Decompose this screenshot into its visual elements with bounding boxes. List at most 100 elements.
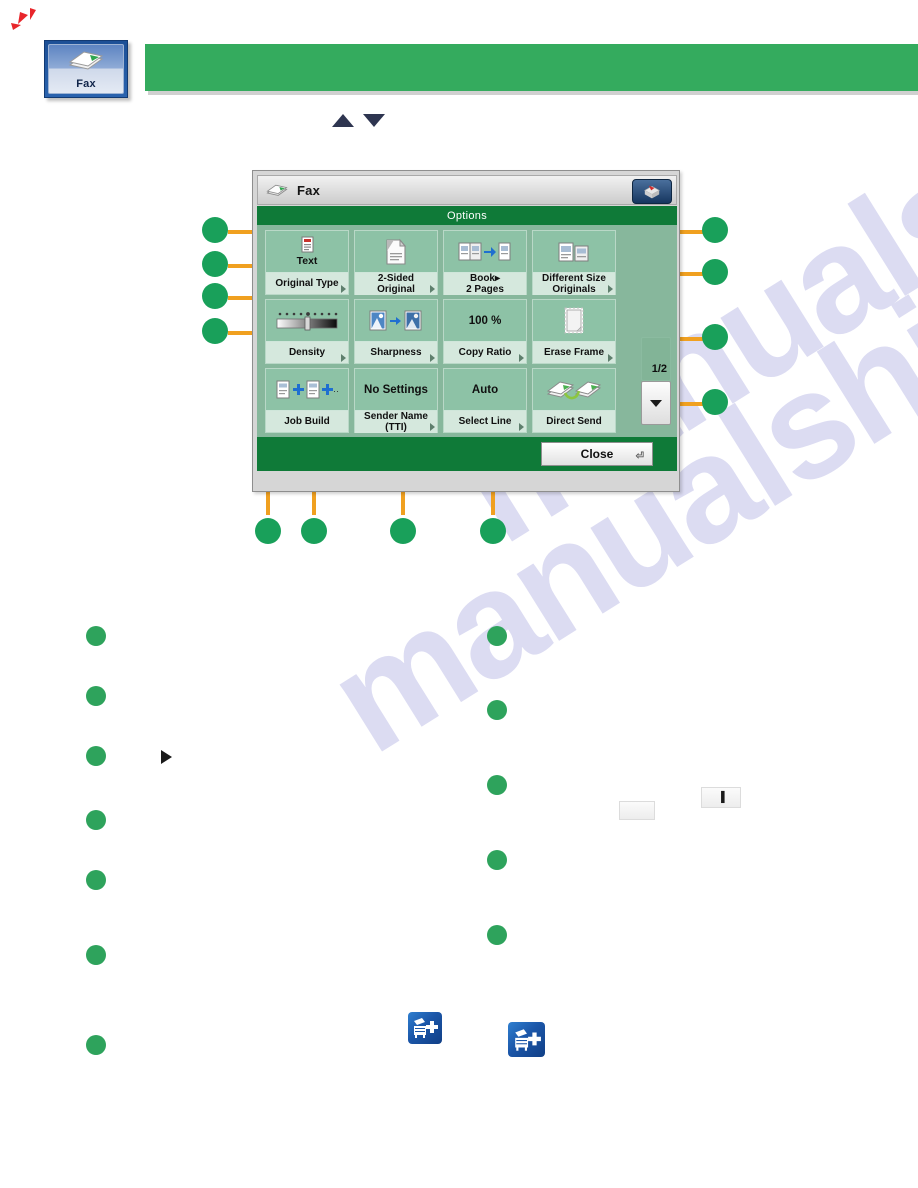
close-button-label: Close: [580, 447, 614, 461]
callout-bullet-2: [202, 251, 228, 277]
callout-bullet-10: [301, 518, 327, 544]
chevron-down-icon: [649, 398, 663, 408]
folded-page-icon: [355, 231, 437, 273]
option-value-copy-ratio: 100 %: [444, 300, 526, 342]
small-key-button-left[interactable]: [619, 801, 655, 820]
job-build-pages-icon: ···: [266, 369, 348, 411]
option-label-direct-send: Direct Send: [533, 411, 615, 432]
submenu-arrow-icon: [341, 354, 346, 362]
top-banner: [145, 44, 918, 91]
submenu-arrow-icon: [430, 285, 435, 293]
density-slider-icon: [266, 300, 348, 342]
options-bar-label: Options: [446, 209, 487, 222]
small-key-button-right-glyph: ▐: [717, 792, 725, 803]
option-button-direct-send[interactable]: Direct Send: [532, 368, 616, 433]
option-value-original-type: Text: [266, 231, 348, 273]
callout-bullet-12: [480, 518, 506, 544]
option-button-density[interactable]: Density: [265, 299, 349, 364]
legend-bullet-left-6: [86, 945, 106, 965]
option-button-erase-frame[interactable]: Erase Frame: [532, 299, 616, 364]
return-arrow-icon: ⏎: [635, 451, 644, 462]
option-value-select-line: Auto: [444, 369, 526, 411]
callout-bullet-8: [702, 389, 728, 415]
option-label-job-build: Job Build: [266, 411, 348, 432]
play-triangle-icon: [161, 750, 172, 764]
callout-bullet-1: [202, 217, 228, 243]
scroll-down-button[interactable]: [641, 381, 671, 425]
fax-tab-inner: Fax: [48, 44, 124, 94]
option-label-select-line: Select Line: [444, 411, 526, 432]
options-grid: Text Original Type 2-Sided Original Book…: [265, 230, 616, 433]
option-button-select-line[interactable]: Auto Select Line: [443, 368, 527, 433]
option-label-book-2-pages: Book▸ 2 Pages: [444, 273, 526, 295]
option-button-job-build[interactable]: ··· Job Build: [265, 368, 349, 433]
submenu-arrow-icon: [430, 354, 435, 362]
option-label-2-sided-original: 2-Sided Original: [355, 273, 437, 295]
legend-bullet-left-2: [86, 686, 106, 706]
legend-bullet-right-3: [487, 775, 507, 795]
fax-tab-card[interactable]: Fax: [44, 40, 128, 98]
attention-burst-icon: [10, 8, 44, 42]
page-indicator: 1/2: [651, 363, 667, 375]
option-label-sharpness: Sharpness: [355, 342, 437, 363]
option-button-2-sided-original[interactable]: 2-Sided Original: [354, 230, 438, 295]
callout-bullet-9: [255, 518, 281, 544]
panel-footer: Close ⏎: [257, 437, 677, 471]
option-label-different-size-originals: Different Size Originals: [533, 273, 615, 295]
fax-options-panel: Fax Options Text Original Type 2-Sided O…: [252, 170, 680, 492]
option-button-original-type[interactable]: Text Original Type: [265, 230, 349, 295]
callout-bullet-7: [702, 324, 728, 350]
options-grid-area: Text Original Type 2-Sided Original Book…: [257, 225, 677, 437]
submenu-arrow-icon: [608, 285, 613, 293]
triangle-down-icon[interactable]: [363, 114, 385, 127]
legend-bullet-right-4: [487, 850, 507, 870]
small-key-button-right[interactable]: ▐: [701, 787, 741, 808]
option-button-book-2-pages[interactable]: Book▸ 2 Pages: [443, 230, 527, 295]
panel-header: Fax: [257, 175, 677, 205]
option-button-sender-name-tti[interactable]: No Settings Sender Name (TTI): [354, 368, 438, 433]
svg-text:···: ···: [333, 386, 339, 396]
fax-machine-icon: [265, 182, 289, 198]
triangle-up-icon[interactable]: [332, 114, 354, 127]
option-label-sender-name-tti: Sender Name (TTI): [355, 411, 437, 433]
legend-bullet-right-1: [487, 626, 507, 646]
direct-send-icon: [533, 369, 615, 411]
legend-bullet-left-3: [86, 746, 106, 766]
option-label-original-type: Original Type: [266, 273, 348, 294]
legend-bullet-left-7: [86, 1035, 106, 1055]
callout-bullet-4: [202, 318, 228, 344]
option-label-density: Density: [266, 342, 348, 363]
option-button-copy-ratio[interactable]: 100 % Copy Ratio: [443, 299, 527, 364]
submenu-arrow-icon: [519, 423, 524, 431]
panel-title: Fax: [297, 182, 321, 198]
sharpness-compare-icon: [355, 300, 437, 342]
open-box-icon[interactable]: [632, 179, 672, 204]
option-label-copy-ratio: Copy Ratio: [444, 342, 526, 363]
callout-bullet-5: [702, 217, 728, 243]
callout-bullet-3: [202, 283, 228, 309]
legend-bullet-left-5: [86, 870, 106, 890]
close-button[interactable]: Close ⏎: [541, 442, 653, 466]
fax-tab-label: Fax: [76, 78, 96, 90]
top-banner-shadow: [148, 91, 918, 95]
document-text-icon: [300, 236, 315, 254]
submenu-arrow-icon: [608, 354, 613, 362]
callout-bullet-11: [390, 518, 416, 544]
submenu-arrow-icon: [430, 423, 435, 431]
legend-bullet-right-2: [487, 700, 507, 720]
mixed-size-pages-icon: [533, 231, 615, 273]
add-job-icon-small: [408, 1012, 442, 1044]
option-button-sharpness[interactable]: Sharpness: [354, 299, 438, 364]
add-job-icon-large: [508, 1022, 545, 1057]
option-value-sender-name-tti: No Settings: [355, 369, 437, 411]
options-bar: Options: [257, 206, 677, 225]
panel-bottom-strip: [257, 471, 677, 489]
callout-bullet-6: [702, 259, 728, 285]
legend-bullet-right-5: [487, 925, 507, 945]
option-button-different-size-originals[interactable]: Different Size Originals: [532, 230, 616, 295]
submenu-arrow-icon: [341, 285, 346, 293]
legend-bullet-left-1: [86, 626, 106, 646]
legend-bullet-left-4: [86, 810, 106, 830]
page-frame-icon: [533, 300, 615, 342]
book-to-pages-icon: [444, 231, 526, 273]
